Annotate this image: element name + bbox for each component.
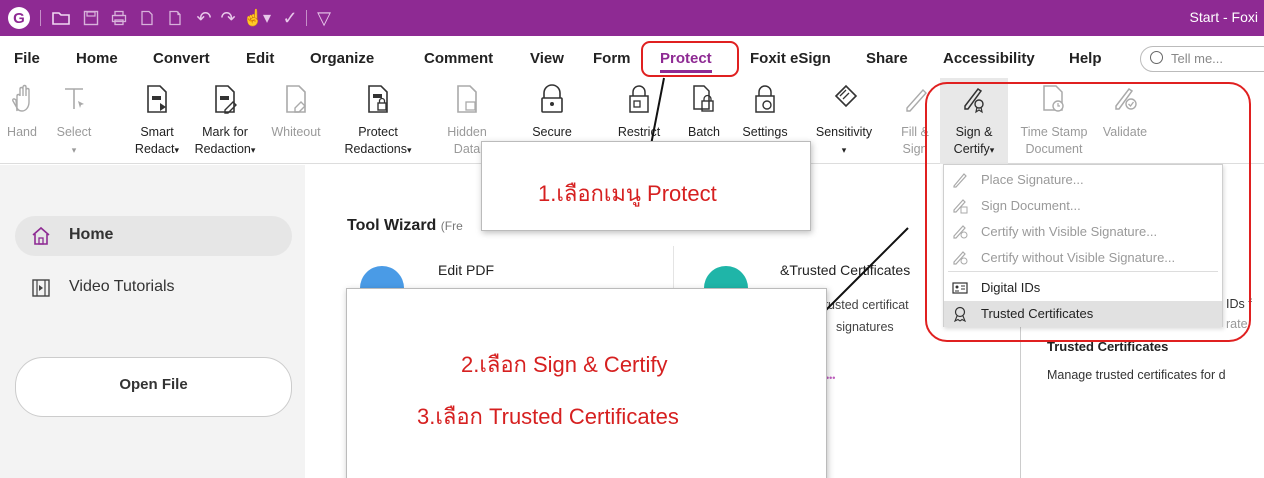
print-icon[interactable] — [108, 6, 130, 30]
menu-accessibility[interactable]: Accessibility — [943, 50, 1035, 67]
video-icon — [32, 279, 50, 297]
settings-label: Settings — [742, 125, 788, 139]
annotation-step2-3: 2.เลือก Sign & Certify 3.เลือก Trusted C… — [346, 288, 827, 478]
mark-redaction-label: Mark for Redaction▾ — [194, 125, 256, 156]
sensitivity-label: Sensitivity ▾ — [815, 125, 873, 155]
window-title: Start - Foxi — [1189, 9, 1258, 25]
title-bar: G ↶ ↷ ☝▾ ✓ ▽ Start - Foxi — [0, 0, 1264, 36]
whiteout-label: Whiteout — [271, 125, 321, 139]
mark-for-redaction-button[interactable]: Mark for Redaction▾ — [186, 78, 264, 164]
annotation-step1: 1.เลือกเมนู Protect — [481, 141, 811, 231]
smart-redact-button[interactable]: Smart Redact▾ — [132, 78, 182, 164]
customize-toolbar-icon[interactable]: ▽ — [314, 6, 334, 30]
sensitivity-tag-icon — [834, 84, 858, 108]
restrict-label: Restrict — [617, 125, 661, 139]
foxit-logo-icon[interactable]: G — [8, 7, 30, 29]
menu-organize[interactable]: Organize — [310, 50, 374, 67]
tell-me-placeholder: Tell me... — [1171, 51, 1224, 66]
menu-convert[interactable]: Convert — [153, 50, 210, 67]
nav-home[interactable]: Home — [15, 216, 292, 256]
mark-redaction-icon — [215, 85, 237, 114]
protect-redactions-label: Protect Redactions▾ — [344, 125, 412, 156]
security-settings-icon — [755, 85, 775, 113]
annotation-step1-text: 1.เลือกเมนู Protect — [538, 181, 717, 206]
sign-certify-highlight-box — [925, 82, 1251, 342]
smart-redact-label: Smart Redact▾ — [134, 125, 180, 156]
annotation-step2-text: 2.เลือก Sign & Certify — [461, 352, 668, 377]
menu-form[interactable]: Form — [593, 50, 631, 67]
checkmark-icon[interactable]: ✓ — [280, 6, 300, 30]
menu-file[interactable]: File — [14, 50, 40, 67]
restrict-icon — [629, 85, 649, 113]
select-text-icon — [65, 88, 84, 109]
secure-label: Secure — [532, 125, 572, 139]
menu-comment[interactable]: Comment — [424, 50, 493, 67]
hand-label: Hand — [7, 125, 37, 139]
lightbulb-icon — [1150, 51, 1163, 64]
menu-view[interactable]: View — [530, 50, 564, 67]
sensitivity-button[interactable]: Sensitivity ▾ — [806, 78, 882, 164]
batch-label: Batch — [688, 125, 720, 139]
hand-tool-button[interactable]: Hand — [4, 78, 40, 164]
batch-icon — [693, 85, 714, 112]
hand-tool-icon[interactable]: ☝▾ — [242, 6, 272, 30]
tool-wizard-heading: Tool Wizard (Fre — [347, 217, 463, 234]
whiteout-button[interactable]: Whiteout — [270, 78, 322, 164]
smart-redact-icon — [147, 85, 167, 113]
annotation-step3-text: 3.เลือก Trusted Certificates — [417, 404, 679, 429]
left-navigation-panel: Home Video Tutorials Open File — [0, 165, 305, 478]
nav-video-label: Video Tutorials — [69, 278, 175, 295]
nav-video-tutorials[interactable]: Video Tutorials — [15, 268, 292, 308]
open-folder-icon[interactable] — [50, 6, 72, 30]
protect-redactions-button[interactable]: Protect Redactions▾ — [338, 78, 418, 164]
menu-edit[interactable]: Edit — [246, 50, 274, 67]
protect-highlight-box — [641, 41, 739, 77]
separator — [40, 10, 41, 26]
select-tool-button[interactable]: Select ▾ — [56, 78, 92, 164]
menu-help[interactable]: Help — [1069, 50, 1102, 67]
nav-home-label: Home — [69, 226, 114, 243]
menu-share[interactable]: Share — [866, 50, 908, 67]
trusted-certificates-card-title[interactable]: &Trusted Certificates — [780, 262, 910, 278]
hand-icon — [12, 84, 30, 112]
save-icon[interactable] — [80, 6, 102, 30]
pagination-dots[interactable]: ••• — [826, 373, 835, 383]
separator — [306, 10, 307, 26]
menu-foxit-esign[interactable]: Foxit eSign — [750, 50, 831, 67]
create-pdf-icon[interactable] — [136, 6, 158, 30]
secure-lock-icon — [541, 84, 563, 113]
whiteout-icon — [286, 85, 306, 113]
home-icon — [32, 226, 50, 245]
open-file-button[interactable]: Open File — [15, 357, 292, 417]
menu-bar: File Home Convert Edit Organize Comment … — [0, 36, 1264, 78]
redo-icon[interactable]: ↷ — [218, 6, 238, 30]
hidden-data-icon — [457, 85, 477, 113]
undo-icon[interactable]: ↶ — [194, 6, 214, 30]
tooltip-description: Manage trusted certificates for d — [1047, 368, 1226, 382]
edit-pdf-card-title[interactable]: Edit PDF — [438, 262, 494, 278]
menu-home[interactable]: Home — [76, 50, 118, 67]
tell-me-search[interactable]: Tell me... — [1140, 46, 1264, 72]
select-label: Select ▾ — [56, 125, 92, 155]
protect-redactions-icon — [368, 85, 388, 113]
new-document-icon[interactable] — [164, 6, 186, 30]
card-description: signatures — [836, 320, 894, 334]
